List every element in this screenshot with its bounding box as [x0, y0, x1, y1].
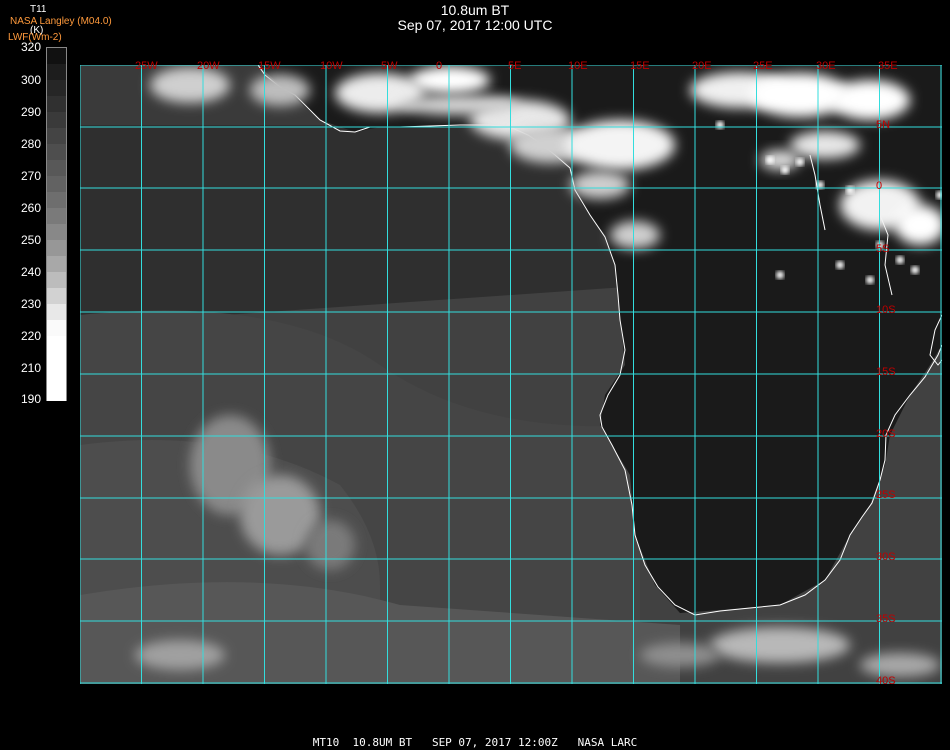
scale-segment [47, 224, 66, 241]
scale-segment [47, 192, 66, 209]
scale-tick-label: 230 [20, 297, 41, 311]
cloud-speck [781, 166, 789, 174]
cloud-cluster [610, 221, 660, 249]
scale-tick-label: 190 [20, 392, 41, 406]
cloud-cluster [250, 74, 310, 106]
longitude-label: 0 [436, 60, 443, 72]
scale-segment [47, 144, 66, 161]
longitude-label: 10E [568, 60, 588, 72]
longitude-label: 5W [381, 60, 398, 72]
scale-segment [47, 256, 66, 273]
cloud-cluster [830, 80, 910, 120]
cloud-cluster [400, 95, 520, 115]
scale-tick-label: 220 [20, 329, 41, 343]
cloud-speck [911, 266, 919, 274]
scale-segment [47, 96, 66, 113]
scale-segment [47, 320, 66, 337]
legend-variable: T11 [30, 4, 47, 15]
longitude-label: 5E [508, 60, 522, 72]
scale-tick-label: 320 [20, 40, 41, 54]
scale-segment [47, 176, 66, 193]
longitude-label: 25E [753, 60, 773, 72]
longitude-label: 15W [258, 60, 281, 72]
cloud-speck [776, 271, 784, 279]
image-title: 10.8um BT [440, 2, 510, 18]
scale-segment [47, 48, 66, 65]
latitude-label: 30S [876, 551, 896, 563]
cloud-cluster [305, 520, 355, 570]
scale-segment [47, 112, 66, 129]
latitude-label: 35S [876, 613, 896, 625]
latitude-label: 15S [876, 366, 896, 378]
scale-segment [47, 128, 66, 145]
cloud-cluster [860, 653, 940, 677]
scale-segment [47, 352, 66, 369]
latitude-label: 5S [876, 243, 890, 255]
scale-segment [47, 80, 66, 97]
scale-tick-label: 290 [20, 105, 41, 119]
map-canvas [80, 65, 942, 684]
scale-tick-label: 240 [20, 265, 41, 279]
color-scale-bar [46, 47, 67, 401]
cloud-cluster [570, 171, 630, 199]
scale-segment [47, 368, 66, 385]
satellite-map[interactable] [80, 65, 942, 684]
scale-tick-label: 280 [20, 137, 41, 151]
scale-segment [47, 64, 66, 81]
scale-tick-label: 300 [20, 73, 41, 87]
cloud-speck [866, 276, 874, 284]
longitude-label: 10W [320, 60, 343, 72]
latitude-label: 10S [876, 304, 896, 316]
source-label: NASA Langley (M04.0) [10, 16, 112, 27]
scale-segment [47, 240, 66, 257]
cloud-cluster [640, 643, 720, 667]
scale-segment [47, 160, 66, 177]
image-datetime: Sep 07, 2017 12:00 UTC [397, 17, 553, 33]
cloud-cluster [150, 67, 230, 103]
scale-tick-label: 260 [20, 201, 41, 215]
footer-caption: MT10 10.8UM BT SEP 07, 2017 12:00Z NASA … [312, 736, 638, 749]
latitude-label: 40S [876, 675, 896, 687]
cloud-speck [836, 261, 844, 269]
cloud-cluster [410, 66, 490, 94]
latitude-label: 5N [876, 119, 891, 131]
scale-segment [47, 208, 66, 225]
longitude-label: 20W [197, 60, 220, 72]
cloud-cluster [790, 131, 860, 159]
longitude-label: 15E [630, 60, 650, 72]
cloud-cluster [710, 627, 850, 663]
longitude-label: 35E [878, 60, 898, 72]
cloud-speck [766, 156, 774, 164]
scale-segment [47, 336, 66, 353]
latitude-label: 25S [876, 489, 896, 501]
latitude-label: 0 [876, 180, 883, 192]
scale-segment [47, 304, 66, 321]
scale-segment [47, 288, 66, 305]
cloud-speck [796, 158, 804, 166]
scale-segment [47, 272, 66, 289]
cloud-speck [896, 256, 904, 264]
cloud-speck [846, 186, 854, 194]
latitude-label: 20S [876, 428, 896, 440]
scale-tick-label: 210 [20, 361, 41, 375]
longitude-label: 20E [692, 60, 712, 72]
longitude-label: 25W [135, 60, 158, 72]
scale-segment [47, 384, 66, 401]
longitude-label: 30E [816, 60, 836, 72]
cloud-cluster [135, 640, 225, 670]
cloud-speck [716, 121, 724, 129]
scale-tick-label: 270 [20, 169, 41, 183]
scale-tick-label: 250 [20, 233, 41, 247]
